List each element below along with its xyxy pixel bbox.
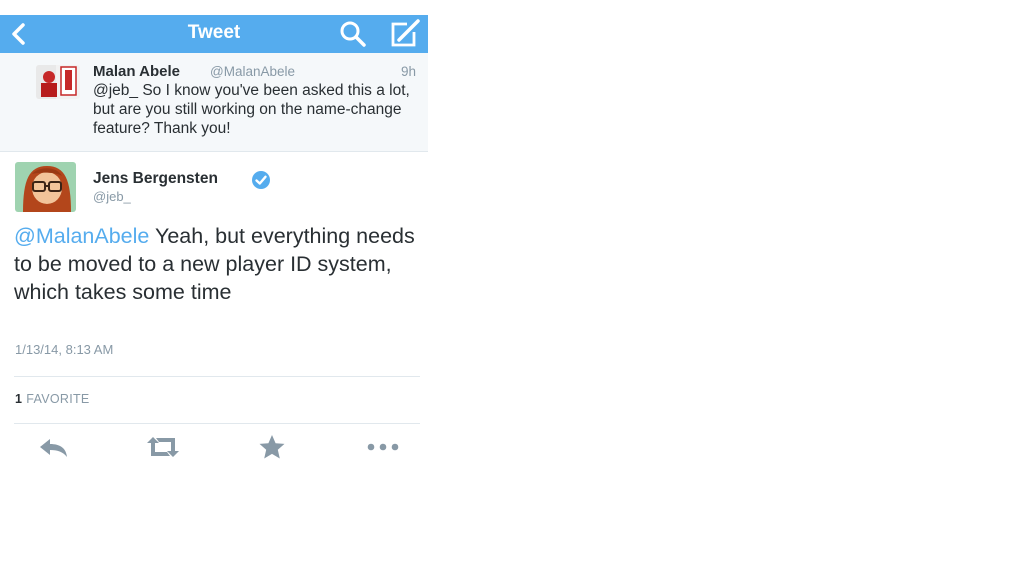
favorite-count-label: FAVORITE bbox=[26, 392, 90, 406]
verified-icon bbox=[252, 171, 270, 189]
reply-icon[interactable] bbox=[36, 433, 70, 461]
tweet-author-name[interactable]: Jens Bergensten bbox=[93, 170, 218, 188]
avatar[interactable] bbox=[36, 65, 80, 99]
avatar[interactable] bbox=[15, 162, 76, 212]
in-reply-to-tweet[interactable]: Malan Abele @MalanAbele 9h @jeb_ So I kn… bbox=[0, 53, 428, 152]
compose-icon[interactable] bbox=[389, 19, 421, 49]
more-icon[interactable] bbox=[364, 433, 402, 461]
navigation-bar: Tweet bbox=[0, 15, 428, 53]
divider bbox=[14, 376, 420, 377]
reply-author-handle: @MalanAbele bbox=[210, 64, 296, 79]
reply-timestamp: 9h bbox=[401, 64, 417, 79]
favorite-icon[interactable] bbox=[257, 433, 287, 461]
reply-text: @jeb_ So I know you've been asked this a… bbox=[93, 82, 410, 137]
tweet-text: @MalanAbele Yeah, but everything needs t… bbox=[14, 222, 424, 306]
retweet-icon[interactable] bbox=[143, 433, 183, 461]
tweet-author-handle: @jeb_ bbox=[93, 189, 131, 204]
mention-link[interactable]: @MalanAbele bbox=[14, 224, 149, 248]
search-icon[interactable] bbox=[338, 20, 368, 48]
tweet-detail-screen: Tweet Malan Abele @MalanAbele 9h @jeb_ S… bbox=[0, 15, 428, 500]
reply-author-name: Malan Abele bbox=[93, 63, 180, 80]
favorites-count[interactable]: 1 FAVORITE bbox=[15, 392, 90, 406]
divider bbox=[14, 423, 420, 424]
favorite-count-value: 1 bbox=[15, 392, 23, 406]
tweet-timestamp: 1/13/14, 8:13 AM bbox=[15, 342, 114, 357]
